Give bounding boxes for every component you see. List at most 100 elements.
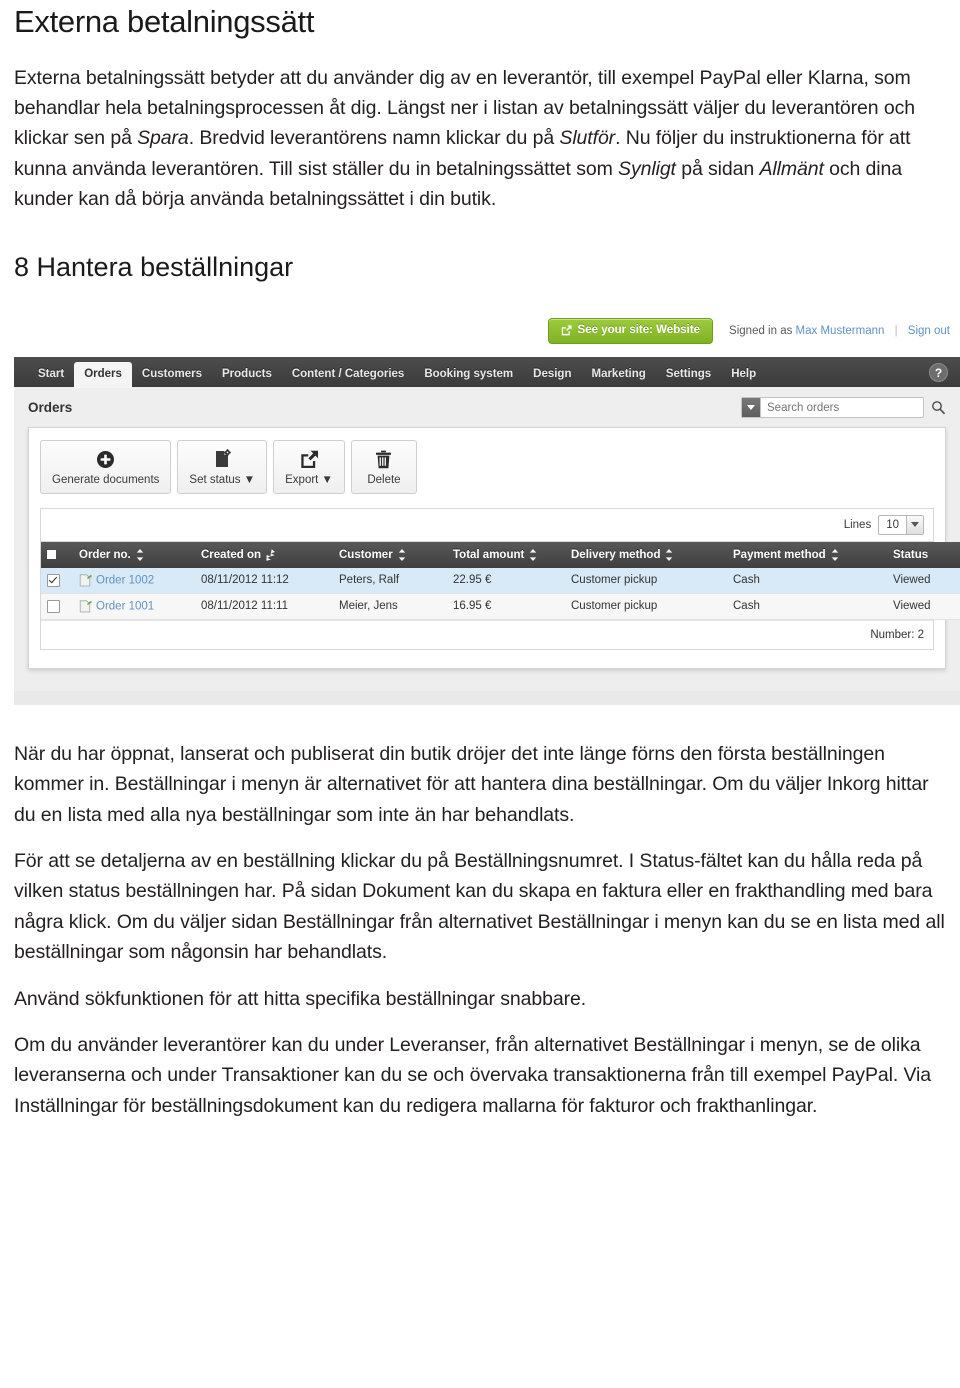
row-checkbox-cell[interactable]: [41, 567, 73, 594]
column-header-label: Total amount: [453, 548, 525, 561]
document-page: Externa betalningssätt Externa betalning…: [0, 0, 960, 1388]
sign-out-link[interactable]: Sign out: [908, 325, 950, 337]
export-button[interactable]: Export ▼: [273, 440, 345, 494]
chevron-down-icon: [747, 405, 755, 411]
sort-icon[interactable]: [660, 548, 673, 561]
cell-total-amount: 16.95 €: [447, 593, 565, 620]
body-paragraph-2: För att se detaljerna av en beställning …: [14, 850, 945, 964]
see-your-site-button[interactable]: See your site: Website: [547, 318, 714, 344]
order-document-icon: [79, 600, 96, 613]
nav-item-label: Design: [533, 367, 572, 380]
select-all-checkbox[interactable]: [47, 550, 56, 560]
row-checkbox-cell[interactable]: [41, 593, 73, 620]
column-header-total[interactable]: Total amount: [447, 541, 565, 568]
order-number-link[interactable]: Order 1001: [96, 600, 154, 612]
search-icon[interactable]: [931, 400, 946, 415]
sort-icon[interactable]: [524, 548, 537, 561]
intro-paragraph: Externa betalningssätt betyder att du an…: [14, 66, 915, 211]
help-icon[interactable]: ?: [929, 363, 948, 383]
column-header-status: Status: [887, 541, 960, 568]
body-paragraph-3: Använd sökfunktionen för att hitta speci…: [14, 987, 587, 1010]
table-row[interactable]: Order 1002 08/11/2012 11:12 Peters, Ralf 22…: [41, 567, 960, 594]
sort-icon[interactable]: [393, 548, 406, 561]
nav-item-booking-system[interactable]: Booking system: [414, 363, 523, 388]
cell-customer[interactable]: Peters, Ralf: [333, 567, 447, 594]
delete-button[interactable]: Delete: [350, 440, 417, 494]
nav-item-marketing[interactable]: Marketing: [581, 363, 655, 388]
section-heading: 8 Hantera beställningar: [14, 251, 294, 282]
divider: |: [894, 324, 898, 337]
cell-payment-method: Cash: [727, 567, 887, 594]
nav-item-products[interactable]: Products: [212, 363, 282, 388]
nav-item-customers[interactable]: Customers: [132, 363, 212, 388]
caret-shape: [911, 522, 919, 528]
external-link-icon: [561, 325, 572, 336]
row-checkbox[interactable]: [47, 573, 60, 587]
plus-circle-icon: [96, 448, 115, 470]
user-name-link[interactable]: Max Mustermann: [796, 325, 885, 337]
lines-value: 10: [886, 518, 899, 531]
nav-item-label: Products: [222, 367, 272, 380]
app-main-nav: Start Orders Customers Products Content / Ca…: [14, 357, 960, 389]
cell-delivery-method: Customer pickup: [565, 567, 727, 594]
body-paragraph-4: Om du använder leverantörer kan du under…: [14, 1034, 931, 1117]
column-header-label: Delivery method: [571, 548, 661, 561]
nav-item-help[interactable]: Help: [721, 363, 766, 388]
select-all-header[interactable]: [41, 541, 73, 568]
lines-select[interactable]: 10: [878, 514, 924, 535]
cell-order-no[interactable]: Order 1001: [73, 593, 195, 620]
search-input[interactable]: [761, 398, 923, 418]
nav-item-settings[interactable]: Settings: [656, 363, 721, 388]
generate-documents-button[interactable]: Generate documents: [40, 440, 172, 494]
nav-item-label: Orders: [84, 367, 122, 380]
table-row[interactable]: Order 1001 08/11/2012 11:11 Meier, Jens 16.…: [41, 593, 960, 620]
order-number-link[interactable]: Order 1002: [96, 574, 154, 586]
search-filter-dropdown[interactable]: [742, 398, 761, 418]
nav-item-design[interactable]: Design: [523, 363, 581, 388]
column-header-order[interactable]: Order no.: [73, 541, 195, 568]
tool-button-label: Set status ▼: [189, 474, 256, 487]
row-checkbox[interactable]: [47, 599, 60, 613]
app-screenshot: See your site: Website Signed in as Max …: [14, 304, 960, 705]
cell-payment-method: Cash: [727, 593, 887, 620]
trash-icon: [375, 448, 392, 470]
column-header-label: Customer: [339, 548, 393, 561]
order-document-icon: [79, 574, 96, 587]
search-box[interactable]: [741, 397, 924, 419]
sort-icon[interactable]: [131, 548, 144, 561]
app-subheader-row: Orders: [28, 397, 946, 419]
see-your-site-label: See your site: Website: [577, 324, 701, 337]
sort-icon[interactable]: [826, 548, 839, 561]
app-topbar: See your site: Website Signed in as Max …: [14, 304, 960, 358]
column-header-payment[interactable]: Payment method: [727, 541, 887, 568]
signed-in-prefix: Signed in as: [729, 324, 793, 337]
column-header-delivery[interactable]: Delivery method: [565, 541, 727, 568]
column-header-customer[interactable]: Customer: [333, 541, 447, 568]
lines-per-page-bar: Lines 10: [41, 508, 933, 542]
nav-item-label: Customers: [141, 367, 202, 380]
column-header-label: Order no.: [79, 548, 131, 561]
sort-active-icon[interactable]: [261, 549, 279, 561]
column-header-created[interactable]: Created on: [195, 541, 333, 568]
chevron-down-icon[interactable]: [906, 515, 923, 534]
cell-status: Viewed: [887, 567, 960, 594]
tool-button-label: Generate documents: [52, 474, 160, 487]
lines-label: Lines: [843, 518, 872, 531]
tool-button-label: Export ▼: [285, 474, 333, 487]
nav-item-orders[interactable]: Orders: [74, 361, 132, 389]
orders-table-head: Order no. Created on Customer Total amount D…: [41, 541, 960, 568]
orders-count-footer: Number: 2: [41, 619, 933, 649]
screenshot-bottom-edge: [14, 690, 960, 705]
nav-item-content-categories[interactable]: Content / Categories: [282, 363, 414, 388]
orders-grid: Lines 10 Order no. Created on Customer Tota…: [40, 507, 960, 650]
signed-in-status: Signed in as Max Mustermann | Sign out: [729, 325, 950, 337]
search-area: [741, 397, 946, 419]
cell-customer[interactable]: Meier, Jens: [333, 593, 447, 620]
cell-order-no[interactable]: Order 1002: [73, 567, 195, 594]
nav-item-start[interactable]: Start: [28, 363, 74, 388]
set-status-button[interactable]: Set status ▼: [177, 440, 268, 494]
orders-table-body: Order 1002 08/11/2012 11:12 Peters, Ralf 22…: [41, 567, 960, 620]
